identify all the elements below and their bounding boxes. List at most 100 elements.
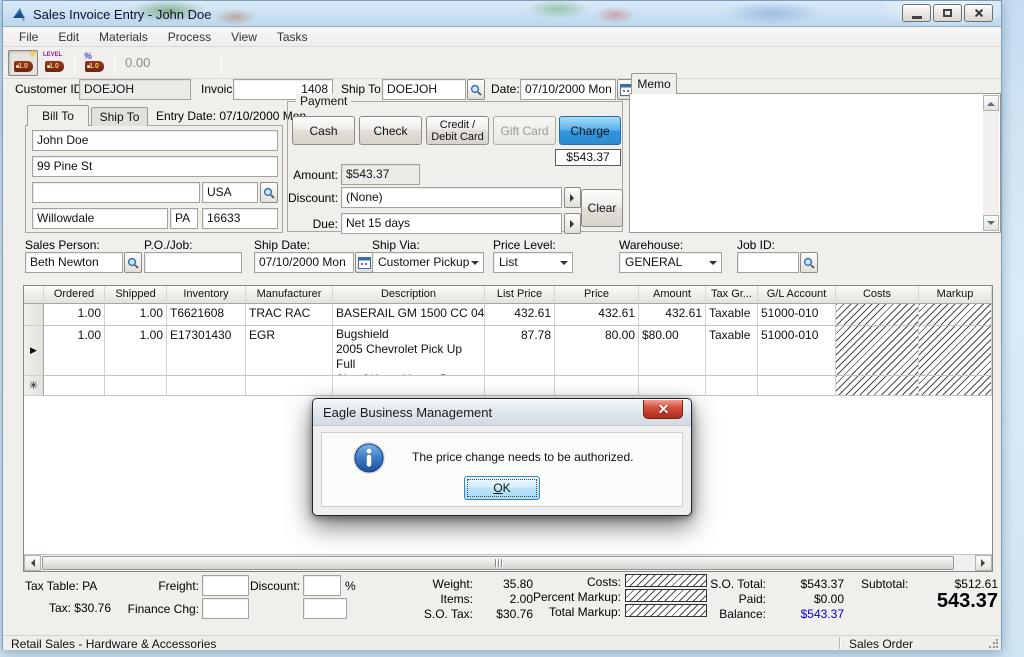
cell-costs-hidden[interactable] [836,326,919,376]
due-expand-button[interactable] [564,213,581,234]
col-tax-group[interactable]: Tax Gr... [706,286,758,304]
cell-amount[interactable]: $80.00 [639,326,706,376]
memo-scrollbar[interactable] [983,95,999,231]
cell-inventory[interactable]: E17301430 [167,326,246,376]
due-field[interactable]: Net 15 days [341,213,562,234]
finance-chg-field[interactable] [202,598,249,619]
scroll-down-button[interactable] [983,215,999,231]
cell-markup-hidden[interactable] [919,326,992,376]
cell-empty[interactable] [639,376,706,396]
new-price-button[interactable]: ✶ 1.0 [8,50,38,76]
close-button[interactable] [964,4,993,22]
discount-field[interactable]: (None) [341,187,562,208]
po-job-field[interactable] [144,252,242,273]
ship-to-lookup-button[interactable] [467,79,485,100]
ship-to-field[interactable]: DOEJOH [382,79,466,100]
col-manufacturer[interactable]: Manufacturer [246,286,333,304]
cell-ordered[interactable]: 1.00 [44,326,105,376]
resize-grip-icon[interactable] [989,639,998,648]
cell-shipped[interactable]: 1.00 [105,304,167,326]
col-markup[interactable]: Markup [919,286,992,304]
discount-percent-field[interactable] [303,575,341,596]
cell-gl-account[interactable]: 51000-010 [758,326,836,376]
cell-list-price[interactable]: 432.61 [485,304,555,326]
col-price[interactable]: Price [555,286,639,304]
dialog-title-bar[interactable]: Eagle Business Management [313,399,691,426]
bill-state-field[interactable]: PA [170,208,198,229]
clear-button[interactable]: Clear [581,189,623,227]
cell-markup-hidden[interactable] [919,304,992,326]
cell-amount[interactable]: 432.61 [639,304,706,326]
gift-card-button[interactable]: Gift Card [493,116,556,145]
memo-textarea[interactable] [631,95,982,231]
cell-empty[interactable] [44,376,105,396]
cell-empty[interactable] [333,376,485,396]
menu-materials[interactable]: Materials [89,28,158,46]
cell-costs-hidden[interactable] [836,304,919,326]
cash-button[interactable]: Cash [292,116,355,145]
amount-field[interactable]: $543.37 [341,164,420,185]
cell-empty[interactable] [555,376,639,396]
cell-empty[interactable] [167,376,246,396]
cell-description[interactable]: BASERAIL GM 1500 CC 04 [333,304,485,326]
tab-memo[interactable]: Memo [631,73,677,94]
percent-discount-button[interactable]: % 1.0 [79,50,109,76]
col-amount[interactable]: Amount [639,286,706,304]
row-selector[interactable] [24,304,44,326]
cell-costs-hidden[interactable] [836,376,919,396]
col-description[interactable]: Description [333,286,485,304]
discount-amount-field[interactable] [303,598,347,619]
cell-inventory[interactable]: T6621608 [167,304,246,326]
menu-file[interactable]: File [9,28,48,46]
tab-ship-to[interactable]: Ship To [91,107,148,126]
cell-tax-group[interactable]: Taxable [706,304,758,326]
menu-view[interactable]: View [221,28,267,46]
cell-list-price[interactable]: 87.78 [485,326,555,376]
country-lookup-button[interactable] [260,182,278,203]
bill-name-field[interactable]: John Doe [32,130,278,151]
cell-empty[interactable] [246,376,333,396]
tab-bill-to[interactable]: Bill To [27,105,89,126]
sales-person-lookup-button[interactable] [124,252,142,273]
menu-process[interactable]: Process [158,28,221,46]
cell-empty[interactable] [485,376,555,396]
minimize-button[interactable] [902,4,931,22]
date-field[interactable]: 07/10/2000 Mon [520,79,616,100]
ship-via-combo[interactable]: Customer Pickup [372,252,484,273]
col-list-price[interactable]: List Price [485,286,555,304]
cell-description[interactable]: Bugshield 2005 Chevrolet Pick Up Full Si… [333,326,485,376]
menu-tasks[interactable]: Tasks [267,28,318,46]
job-id-lookup-button[interactable] [800,252,818,273]
scroll-left-button[interactable] [24,555,41,571]
ok-button[interactable]: OK [464,476,540,500]
cell-empty[interactable] [105,376,167,396]
cell-gl-account[interactable]: 51000-010 [758,304,836,326]
ship-date-field[interactable]: 07/10/2000 Mon [254,252,354,273]
dialog-close-button[interactable] [643,400,683,419]
cell-markup-hidden[interactable] [919,376,992,396]
col-ordered[interactable]: Ordered [44,286,105,304]
cell-manufacturer[interactable]: EGR [246,326,333,376]
maximize-button[interactable] [933,4,962,22]
price-level-button[interactable]: LEVEL 1.0 [39,50,69,76]
customer-id-field[interactable]: DOEJOH [79,79,191,100]
bill-city-field[interactable]: Willowdale [32,208,168,229]
col-shipped[interactable]: Shipped [105,286,167,304]
bill-zip-field[interactable]: 16633 [202,208,278,229]
bill-address2-field[interactable] [32,182,200,203]
cell-price[interactable]: 80.00 [555,326,639,376]
price-level-combo[interactable]: List [493,252,573,273]
sales-person-field[interactable]: Beth Newton [25,252,123,273]
menu-edit[interactable]: Edit [48,28,89,46]
check-button[interactable]: Check [359,116,422,145]
col-costs[interactable]: Costs [836,286,919,304]
job-id-field[interactable] [737,252,799,273]
col-inventory[interactable]: Inventory [167,286,246,304]
cell-shipped[interactable]: 1.00 [105,326,167,376]
title-bar[interactable]: Sales Invoice Entry - John Doe [3,1,1001,27]
cell-tax-group[interactable]: Taxable [706,326,758,376]
cell-empty[interactable] [706,376,758,396]
scroll-up-button[interactable] [983,95,999,111]
cell-price[interactable]: 432.61 [555,304,639,326]
bill-country-field[interactable]: USA [202,182,258,203]
